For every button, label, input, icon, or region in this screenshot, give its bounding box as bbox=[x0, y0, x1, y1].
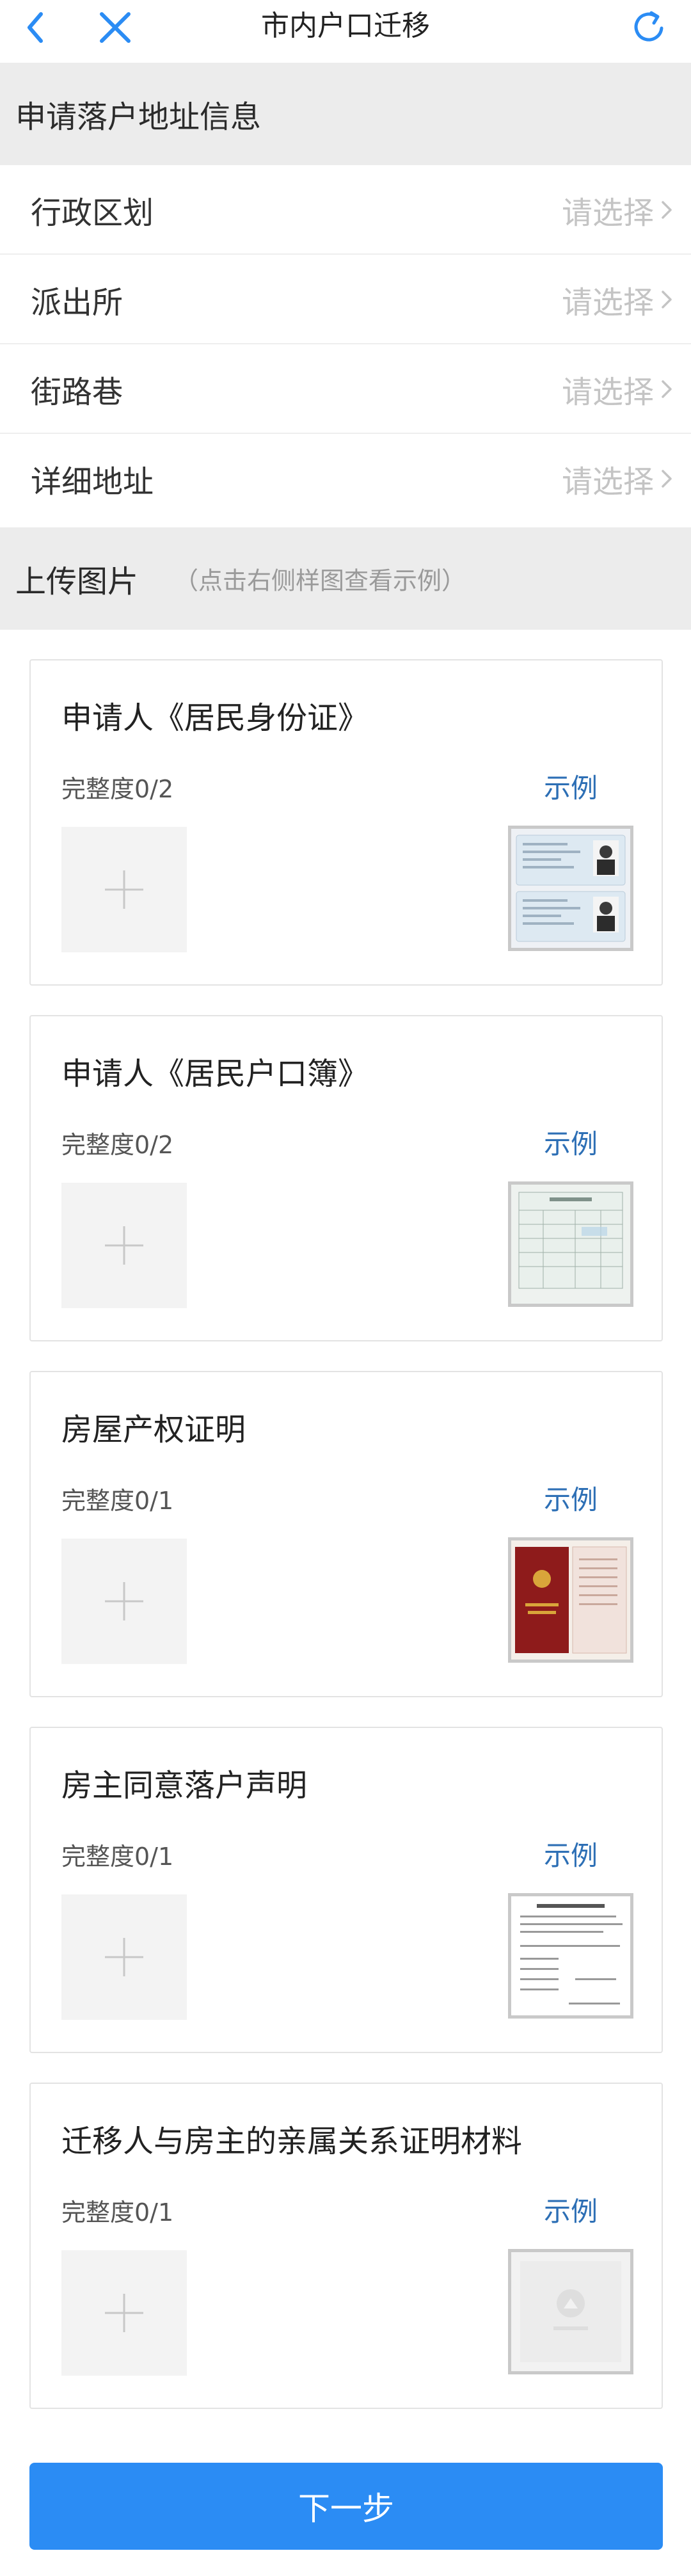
card-title: 迁移人与房主的亲属关系证明材料 bbox=[61, 2124, 523, 2159]
upload-section-header: 上传图片 （点击右侧样图查看示例） bbox=[0, 527, 691, 630]
example-thumbnail-owner-consent[interactable] bbox=[508, 1893, 633, 2019]
form-row-street[interactable]: 街路巷 请选择 bbox=[0, 344, 691, 434]
form-row-police-station[interactable]: 派出所 请选择 bbox=[0, 255, 691, 344]
example-link[interactable]: 示例 bbox=[544, 2190, 598, 2229]
chevron-right-icon bbox=[662, 201, 672, 219]
address-section-header: 申请落户地址信息 bbox=[0, 63, 691, 165]
chevron-right-icon bbox=[662, 380, 672, 398]
card-progress: 完整度0/2 bbox=[61, 775, 174, 803]
card-progress: 完整度0/1 bbox=[61, 1487, 174, 1515]
form-row-district[interactable]: 行政区划 请选择 bbox=[0, 165, 691, 255]
address-section-title: 申请落户地址信息 bbox=[15, 99, 262, 135]
example-link[interactable]: 示例 bbox=[544, 1478, 598, 1517]
card-title: 房主同意落户声明 bbox=[61, 1768, 308, 1804]
upload-add-button[interactable] bbox=[61, 827, 187, 952]
upload-add-button[interactable] bbox=[61, 1539, 187, 1664]
id-card-sample-image bbox=[511, 829, 630, 948]
district-picker[interactable]: 请选择 bbox=[562, 188, 676, 232]
picker-placeholder: 请选择 bbox=[561, 285, 654, 321]
plus-icon bbox=[105, 1226, 143, 1265]
street-picker[interactable]: 请选择 bbox=[562, 367, 676, 412]
upload-card-household-register: 申请人《居民户口簿》 完整度0/2 示例 bbox=[29, 1015, 663, 1341]
example-thumbnail-household-register[interactable] bbox=[508, 1181, 633, 1307]
plus-icon bbox=[105, 1582, 143, 1620]
household-register-sample-image bbox=[511, 1185, 630, 1304]
refresh-icon[interactable] bbox=[627, 5, 672, 50]
placeholder-image-icon bbox=[511, 2252, 630, 2371]
example-link[interactable]: 示例 bbox=[544, 1834, 598, 1873]
upload-add-button[interactable] bbox=[61, 1183, 187, 1308]
top-navigation-bar: 市内户口迁移 bbox=[0, 0, 691, 63]
example-thumbnail-property-certificate[interactable] bbox=[508, 1537, 633, 1663]
row-label: 派出所 bbox=[31, 285, 123, 321]
plus-icon bbox=[105, 1938, 143, 1976]
plus-icon bbox=[105, 870, 143, 909]
card-title: 申请人《居民身份证》 bbox=[61, 700, 369, 736]
upload-card-kinship-proof: 迁移人与房主的亲属关系证明材料 完整度0/1 示例 bbox=[29, 2083, 663, 2409]
chevron-right-icon bbox=[662, 470, 672, 488]
upload-card-property-certificate: 房屋产权证明 完整度0/1 示例 bbox=[29, 1371, 663, 1697]
card-progress: 完整度0/1 bbox=[61, 1843, 174, 1871]
form-row-detail-address[interactable]: 详细地址 请选择 bbox=[0, 434, 691, 524]
property-certificate-sample-image bbox=[511, 1540, 630, 1660]
picker-placeholder: 请选择 bbox=[561, 374, 654, 410]
example-link[interactable]: 示例 bbox=[544, 767, 598, 806]
example-thumbnail-kinship-proof[interactable] bbox=[508, 2249, 633, 2374]
example-link[interactable]: 示例 bbox=[544, 1123, 598, 1162]
card-progress: 完整度0/2 bbox=[61, 1131, 174, 1159]
row-label: 街路巷 bbox=[31, 374, 123, 410]
detail-address-picker[interactable]: 请选择 bbox=[562, 456, 676, 501]
row-label: 行政区划 bbox=[31, 195, 154, 231]
next-step-button[interactable]: 下一步 bbox=[29, 2463, 663, 2550]
card-title: 房屋产权证明 bbox=[61, 1412, 246, 1448]
upload-add-button[interactable] bbox=[61, 1894, 187, 2020]
chevron-right-icon bbox=[662, 291, 672, 308]
consent-statement-sample-image bbox=[511, 1896, 630, 2015]
upload-section-title: 上传图片 bbox=[15, 564, 139, 600]
police-station-picker[interactable]: 请选择 bbox=[562, 277, 676, 322]
upload-section-hint: （点击右侧样图查看示例） bbox=[174, 566, 466, 595]
example-thumbnail-id-card[interactable] bbox=[508, 826, 633, 951]
upload-card-owner-consent: 房主同意落户声明 完整度0/1 示例 bbox=[29, 1727, 663, 2053]
page-title: 市内户口迁移 bbox=[261, 10, 430, 42]
card-title: 申请人《居民户口簿》 bbox=[61, 1056, 369, 1092]
picker-placeholder: 请选择 bbox=[561, 195, 654, 231]
row-label: 详细地址 bbox=[31, 464, 154, 500]
card-progress: 完整度0/1 bbox=[61, 2198, 174, 2227]
plus-icon bbox=[105, 2294, 143, 2332]
upload-add-button[interactable] bbox=[61, 2250, 187, 2376]
upload-card-id-card: 申请人《居民身份证》 完整度0/2 示例 bbox=[29, 659, 663, 986]
picker-placeholder: 请选择 bbox=[561, 464, 654, 500]
